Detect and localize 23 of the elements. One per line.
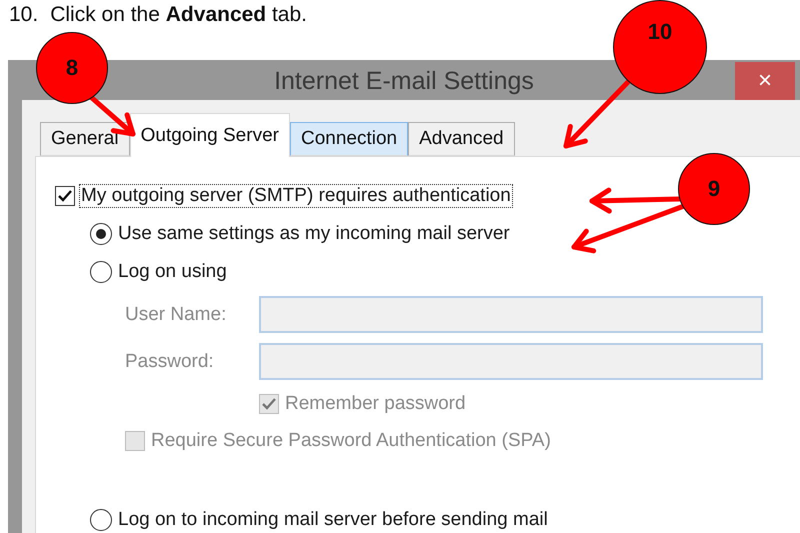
radio-button[interactable] xyxy=(90,509,112,531)
radio-label: Log on to incoming mail server before sending mail xyxy=(117,509,549,531)
tab[interactable]: General xyxy=(40,122,130,156)
field-label: Password: xyxy=(125,350,215,372)
step-number: 10. xyxy=(9,2,38,28)
radio-button[interactable] xyxy=(90,223,112,245)
checkbox-label: Remember password xyxy=(284,392,467,414)
step-callout: 10 xyxy=(613,0,707,94)
field-label: User Name: xyxy=(125,304,228,326)
close-button[interactable]: × xyxy=(735,62,795,100)
instruction-text: Click on the Advanced tab. xyxy=(50,2,308,28)
tab[interactable]: Outgoing Server xyxy=(130,113,290,157)
radio-button[interactable] xyxy=(90,261,112,283)
checkbox-label: Require Secure Password Authentication (SPA) xyxy=(150,430,552,452)
step-callout: 8 xyxy=(36,32,108,104)
pointer-arrow xyxy=(564,80,630,148)
window-title: Internet E-mail Settings xyxy=(274,66,534,96)
tab[interactable]: Advanced xyxy=(408,122,515,156)
radio-label: Log on using xyxy=(117,261,228,283)
radio-label: Use same settings as my incoming mail server xyxy=(117,223,511,245)
tab[interactable]: Connection xyxy=(290,122,408,156)
checkbox[interactable] xyxy=(55,186,75,206)
checkbox-label: My outgoing server (SMTP) requires authentication xyxy=(80,185,512,207)
